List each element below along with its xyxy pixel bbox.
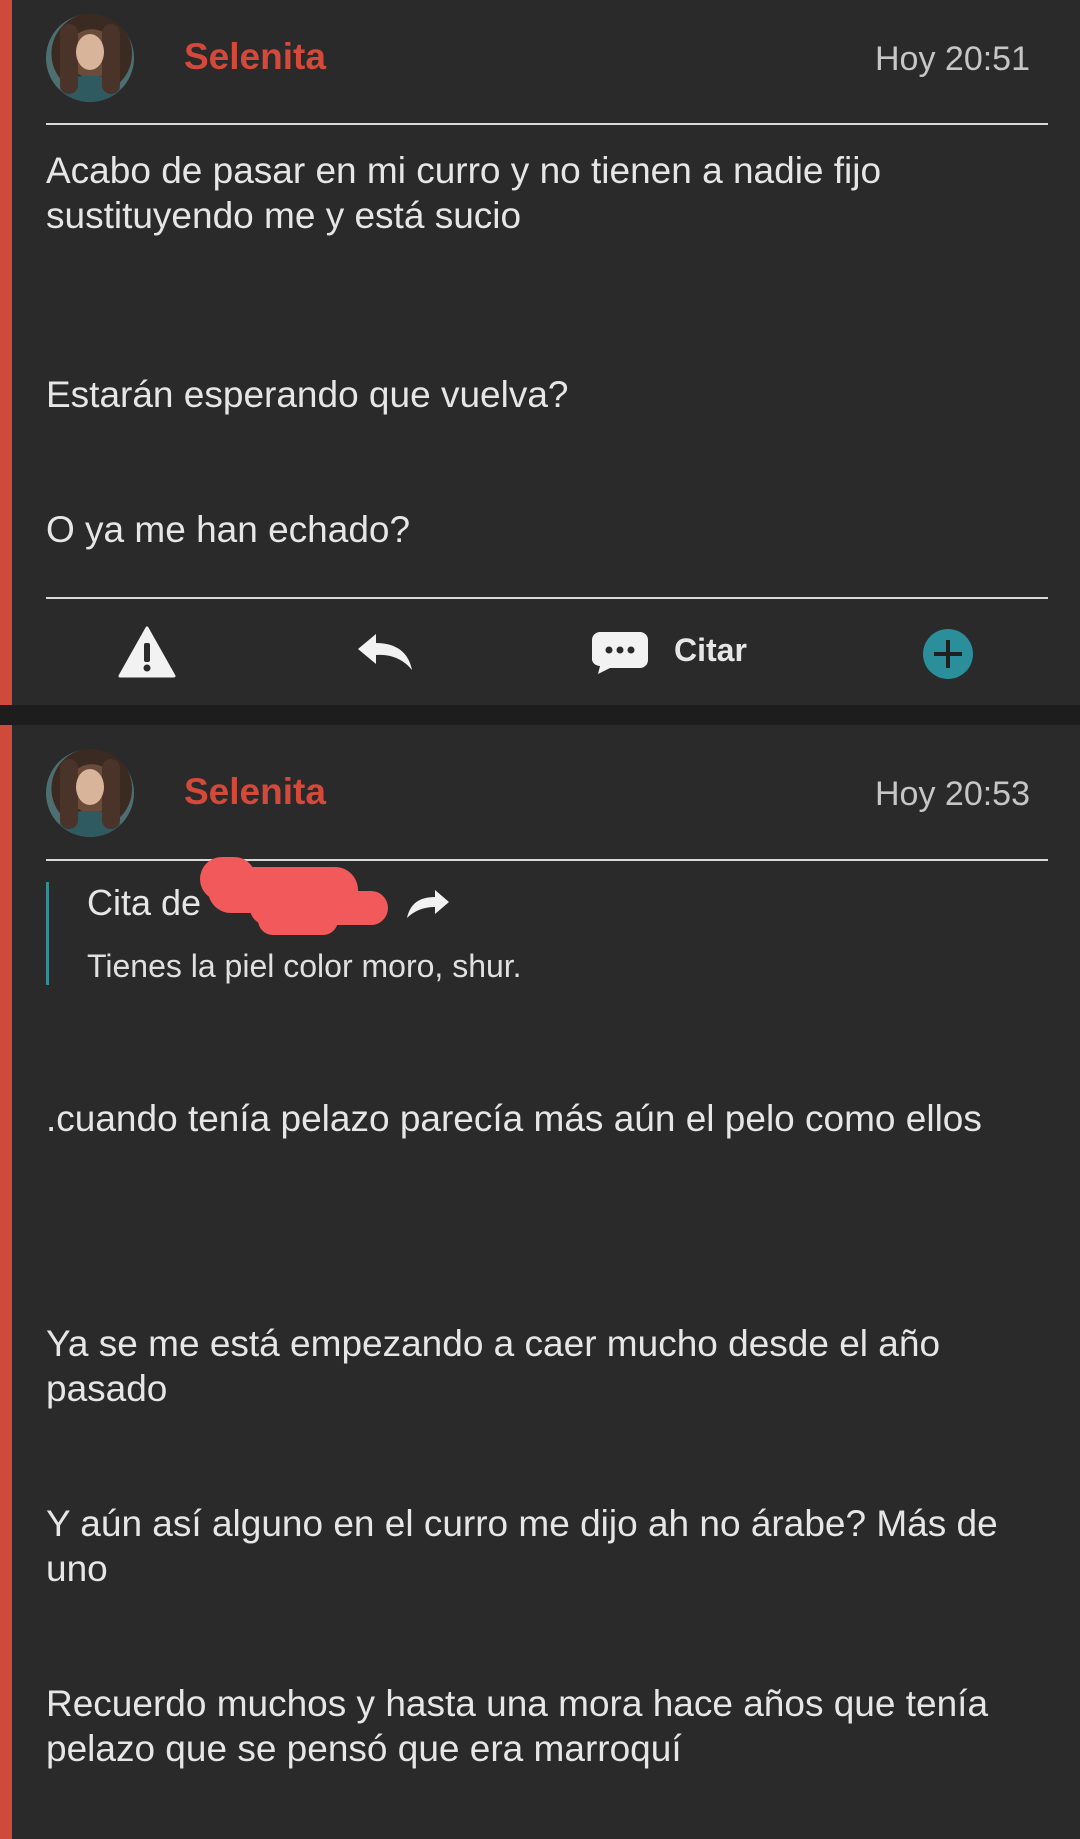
- post-1: Selenita Hoy 20:51 Acabo de pasar en mi …: [0, 0, 1080, 705]
- avatar[interactable]: [46, 749, 134, 837]
- reply-arrow-icon[interactable]: [356, 632, 414, 672]
- post-accent-bar: [0, 725, 12, 1839]
- post-timestamp: Hoy 20:53: [875, 775, 1030, 813]
- post-paragraph: Recuerdo muchos y hasta una mora hace añ…: [46, 1683, 999, 1769]
- avatar[interactable]: [46, 14, 134, 102]
- header-divider: [46, 123, 1048, 125]
- redaction-mark: [258, 905, 338, 935]
- post-timestamp: Hoy 20:51: [875, 40, 1030, 78]
- quote-button-label[interactable]: Citar: [674, 632, 747, 669]
- post-paragraph: Acabo de pasar en mi curro y no tienen a…: [46, 150, 892, 236]
- post-actions: Citar: [0, 600, 1080, 700]
- username[interactable]: Selenita: [184, 771, 326, 813]
- quote-source-arrow-icon[interactable]: [405, 888, 451, 920]
- plus-circle-icon[interactable]: [922, 628, 974, 680]
- post-2: Selenita Hoy 20:53 Cita de Tienes la pie…: [0, 725, 1080, 1839]
- quote-label: Cita de: [87, 882, 202, 923]
- post-paragraph: Y aún así alguno en el curro me dijo ah …: [46, 1503, 1008, 1589]
- post-paragraph: O ya me han echado?: [46, 509, 411, 550]
- username[interactable]: Selenita: [184, 36, 326, 78]
- quote-text: Tienes la piel color moro, shur.: [87, 948, 522, 984]
- post-paragraph: .cuando tenía pelazo parecía más aún el …: [46, 1098, 982, 1139]
- header-divider: [46, 859, 1048, 861]
- post-paragraph: Estarán esperando que vuelva?: [46, 374, 569, 415]
- warning-icon[interactable]: [118, 626, 176, 678]
- actions-divider: [46, 597, 1048, 599]
- speech-bubble-icon[interactable]: [592, 630, 648, 674]
- post-paragraph: Ya se me está empezando a caer mucho des…: [46, 1323, 951, 1409]
- post-separator: [0, 705, 1080, 725]
